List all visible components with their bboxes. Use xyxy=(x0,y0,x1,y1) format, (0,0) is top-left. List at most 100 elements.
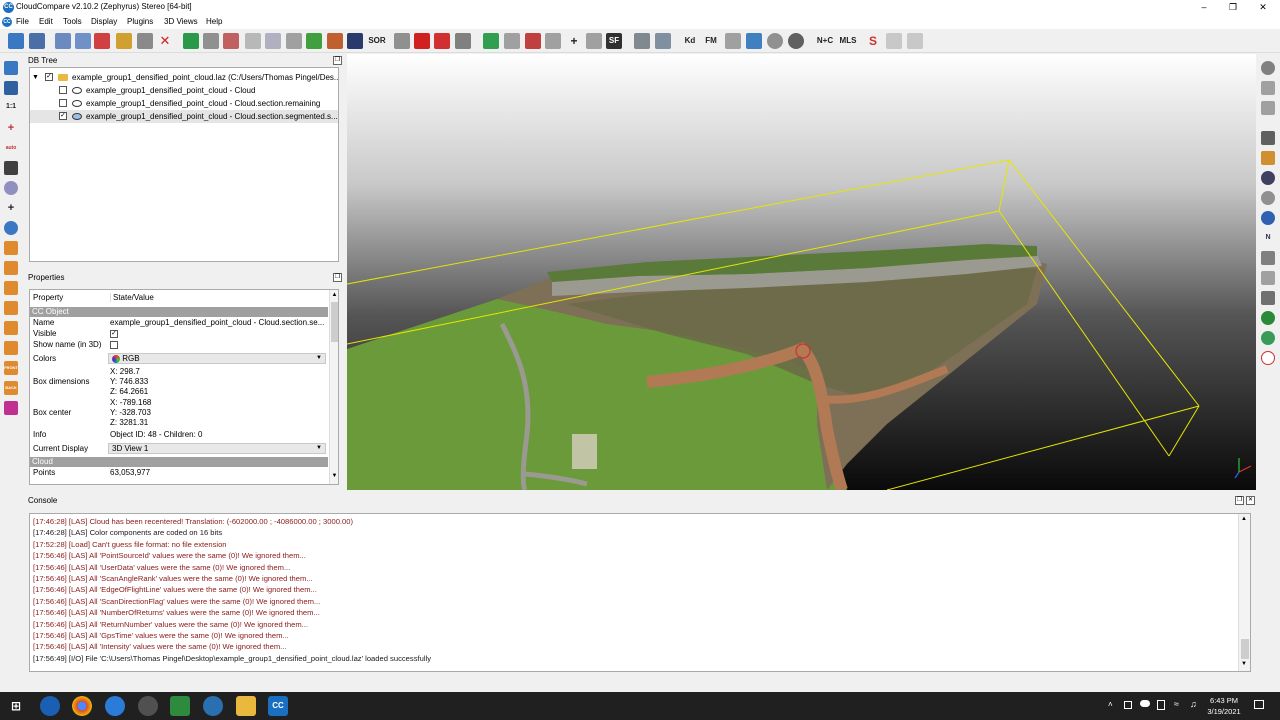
menu-plugins[interactable]: Plugins xyxy=(127,17,153,26)
scroll-up-icon[interactable]: ▲ xyxy=(1241,516,1247,522)
maximize-button[interactable]: ❐ xyxy=(1216,0,1250,15)
close-button[interactable]: ✕ xyxy=(1246,0,1280,15)
sf-arith-icon[interactable] xyxy=(586,33,602,49)
grid-icon[interactable] xyxy=(1261,291,1275,305)
stereo-icon[interactable] xyxy=(4,401,18,415)
tree-item-section-remaining[interactable]: example_group1_densified_point_cloud - C… xyxy=(30,97,338,110)
sphere-icon[interactable] xyxy=(767,33,783,49)
s-icon[interactable]: S xyxy=(865,33,881,49)
float-icon[interactable]: ❐ xyxy=(1235,496,1244,505)
visible-checkbox[interactable]: ✓ xyxy=(110,330,118,338)
edge-icon[interactable] xyxy=(40,696,60,716)
tree-item-cloud[interactable]: example_group1_densified_point_cloud - C… xyxy=(30,84,338,97)
compute-icon[interactable] xyxy=(634,33,650,49)
tree-item-laz-file[interactable]: ▼ ✓ example_group1_densified_point_cloud… xyxy=(30,71,338,84)
north-icon[interactable]: N xyxy=(1261,231,1275,245)
leaf-icon[interactable] xyxy=(1261,331,1275,345)
histogram-icon[interactable] xyxy=(483,33,499,49)
cut-icon[interactable] xyxy=(434,33,450,49)
tree-checkbox[interactable]: ✓ xyxy=(45,73,53,81)
arrows-icon[interactable] xyxy=(4,161,18,175)
app-icon[interactable] xyxy=(105,696,125,716)
volume-icon[interactable]: ♫ xyxy=(1190,699,1197,709)
tree-checkbox[interactable] xyxy=(59,99,67,107)
point-cloud-render[interactable] xyxy=(347,54,1256,490)
clock[interactable]: 6:43 PM 3/19/2021 xyxy=(1200,695,1248,717)
scroll-up-icon[interactable]: ▲ xyxy=(331,292,338,299)
fill-icon[interactable] xyxy=(327,33,343,49)
save-icon[interactable] xyxy=(29,33,45,49)
checker-icon[interactable] xyxy=(347,33,363,49)
tree-item-section-segmented[interactable]: ✓ example_group1_densified_point_cloud -… xyxy=(30,110,338,123)
brush-icon[interactable] xyxy=(1261,151,1275,165)
sphere-green-icon[interactable] xyxy=(1261,311,1275,325)
menu-edit[interactable]: Edit xyxy=(39,17,53,26)
move-icon[interactable] xyxy=(414,33,430,49)
subsample-icon[interactable] xyxy=(245,33,261,49)
properties-scrollbar[interactable]: ▲ ▼ xyxy=(329,290,338,484)
merge-icon[interactable] xyxy=(94,33,110,49)
scalar-field-icon[interactable] xyxy=(525,33,541,49)
zoom-1-1-icon[interactable]: 1:1 xyxy=(4,100,18,114)
segment-icon[interactable] xyxy=(137,33,153,49)
normals-icon[interactable] xyxy=(203,33,219,49)
sample-icon[interactable] xyxy=(183,33,199,49)
classify-icon[interactable] xyxy=(655,33,671,49)
auto-pivot-icon[interactable]: auto xyxy=(4,141,18,155)
mesh-icon[interactable] xyxy=(265,33,281,49)
info-icon[interactable] xyxy=(1261,211,1275,225)
scrollbar-thumb[interactable] xyxy=(1241,639,1249,659)
mls-icon[interactable]: MLS xyxy=(838,33,858,49)
screen-icon[interactable] xyxy=(746,33,762,49)
compass-icon[interactable] xyxy=(1261,171,1275,185)
select-icon[interactable] xyxy=(1261,271,1275,285)
view-right-icon[interactable] xyxy=(4,321,18,335)
view-left-icon[interactable] xyxy=(4,281,18,295)
curve-icon[interactable] xyxy=(504,33,520,49)
shield-icon[interactable] xyxy=(1261,191,1275,205)
register-icon[interactable] xyxy=(286,33,302,49)
plugin2-icon[interactable] xyxy=(907,33,923,49)
scroll-down-icon[interactable]: ▼ xyxy=(331,473,338,480)
menu-file[interactable]: File xyxy=(16,17,29,26)
windows-start-icon[interactable]: ⊞ xyxy=(6,696,26,716)
file-explorer-icon[interactable] xyxy=(236,696,256,716)
colors-combo[interactable]: RGB ▼ xyxy=(108,353,326,364)
chrome-icon[interactable] xyxy=(72,696,92,716)
view-back-iso-icon[interactable]: BACK xyxy=(4,381,18,395)
window-icon[interactable] xyxy=(1261,81,1275,95)
translate-icon[interactable] xyxy=(55,33,71,49)
pointer-icon[interactable] xyxy=(1261,251,1275,265)
clapper-icon[interactable] xyxy=(1261,131,1275,145)
open-icon[interactable] xyxy=(8,33,24,49)
float-icon[interactable]: ❐ xyxy=(333,273,342,282)
zoom-icon[interactable] xyxy=(4,221,18,235)
list-icon[interactable] xyxy=(75,33,91,49)
notification-icon[interactable] xyxy=(1254,700,1264,709)
colorize-icon[interactable] xyxy=(306,33,322,49)
mesh-tool-icon[interactable] xyxy=(725,33,741,49)
tray-chevron-icon[interactable]: ˄ xyxy=(1108,700,1113,709)
tray-app-icon[interactable] xyxy=(1124,701,1132,709)
octree-icon[interactable] xyxy=(223,33,239,49)
menu-help[interactable]: Help xyxy=(206,17,222,26)
kd-tree-icon[interactable]: Kd xyxy=(682,33,698,49)
view-front-icon[interactable] xyxy=(4,261,18,275)
console-scrollbar[interactable]: ▲ ▼ xyxy=(1238,514,1250,671)
cloudcompare-taskbar-icon[interactable]: CC xyxy=(268,696,288,716)
media-icon[interactable] xyxy=(203,696,223,716)
view-back-icon[interactable] xyxy=(4,301,18,315)
delete-icon[interactable]: ✕ xyxy=(157,33,173,49)
center-icon[interactable]: + xyxy=(4,201,18,215)
screen-icon[interactable] xyxy=(4,61,18,75)
cross-section-icon[interactable] xyxy=(455,33,471,49)
tree-checkbox[interactable] xyxy=(59,86,67,94)
scroll-down-icon[interactable]: ▼ xyxy=(1241,661,1247,667)
menu-tools[interactable]: Tools xyxy=(63,17,82,26)
view-front-iso-icon[interactable]: FRONT xyxy=(4,361,18,375)
sor-filter-icon[interactable]: SOR xyxy=(367,33,387,49)
gradient-icon[interactable] xyxy=(545,33,561,49)
view-top-icon[interactable] xyxy=(4,241,18,255)
ellipse-icon[interactable] xyxy=(1261,351,1275,365)
pivot-icon[interactable]: + xyxy=(4,121,18,135)
